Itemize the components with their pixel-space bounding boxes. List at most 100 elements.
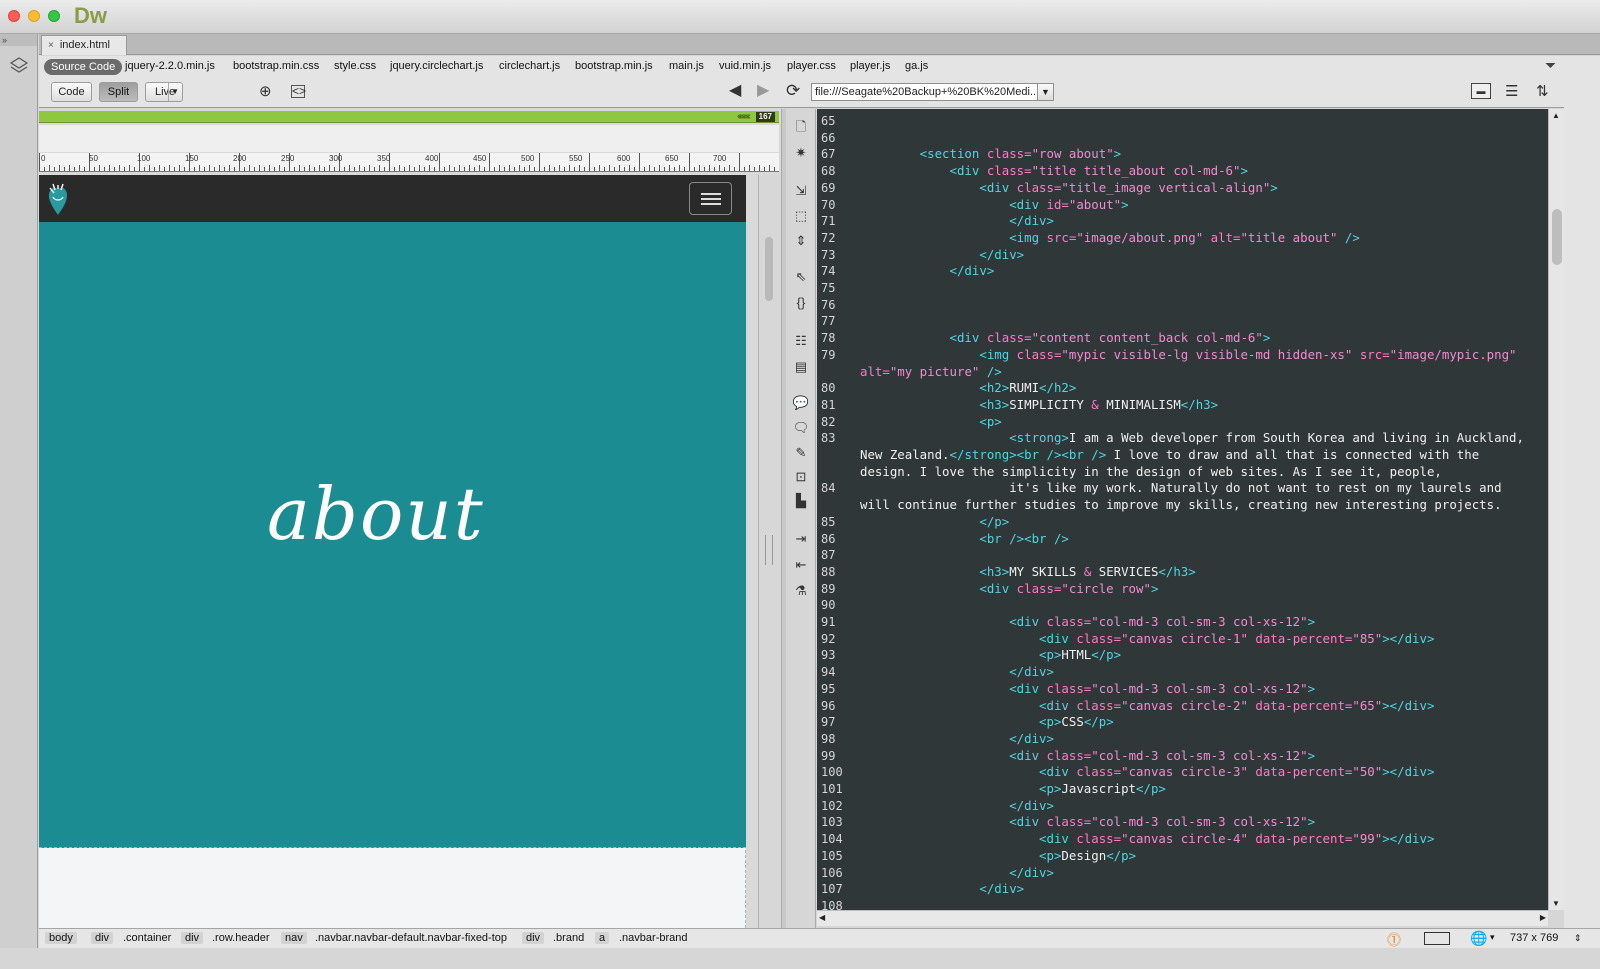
tag-selector-class[interactable]: .row.header bbox=[212, 932, 269, 944]
code-line[interactable]: </div> bbox=[860, 213, 1545, 228]
related-file[interactable]: ga.js bbox=[905, 60, 928, 72]
code-line[interactable]: <div class="canvas circle-4" data-percen… bbox=[860, 831, 1545, 846]
code-line[interactable]: <section class="row about"> bbox=[860, 146, 1545, 161]
recent-snippets-icon[interactable]: ⊡ bbox=[792, 469, 810, 485]
code-view[interactable]: 65 66 67 68 69 70 71 72 73 74 75 76 77 78 79 80 81 82 83 84… bbox=[817, 109, 1548, 910]
code-line[interactable]: <div class="circle row"> bbox=[860, 581, 1545, 596]
code-line[interactable]: <p>CSS</p> bbox=[860, 714, 1545, 729]
show-code-navigator-icon[interactable]: ✷ bbox=[792, 145, 810, 161]
page-canvas[interactable]: about bbox=[39, 175, 746, 928]
back-arrow-icon[interactable]: ◀ bbox=[729, 81, 741, 101]
code-line[interactable]: <img src="image/about.png" alt="title ab… bbox=[860, 230, 1545, 245]
inspect-icon[interactable]: ⊕ bbox=[259, 82, 272, 102]
address-dropdown-icon[interactable]: ▼ bbox=[1037, 83, 1054, 101]
layout-icon[interactable]: ▬ bbox=[1471, 83, 1491, 99]
code-line[interactable]: <br /><br /> bbox=[860, 531, 1545, 546]
code-line[interactable]: </div> bbox=[860, 798, 1545, 813]
tag-selector-tag[interactable]: a bbox=[595, 932, 610, 944]
close-window-button[interactable] bbox=[8, 10, 20, 22]
navbar-toggle-button[interactable] bbox=[689, 182, 732, 215]
tag-selector-tag[interactable]: div bbox=[91, 932, 114, 944]
about-section[interactable]: about bbox=[39, 222, 746, 848]
scroll-down-icon[interactable]: ▼ bbox=[1552, 899, 1560, 908]
source-code-button[interactable]: Source Code bbox=[44, 59, 123, 75]
code-line[interactable]: <div class="col-md-3 col-sm-3 col-xs-12"… bbox=[860, 748, 1545, 763]
related-file[interactable]: bootstrap.min.js bbox=[575, 60, 653, 72]
related-file[interactable]: bootstrap.min.css bbox=[233, 60, 319, 72]
file-management-icon[interactable]: ☰ bbox=[1505, 82, 1518, 102]
code-line[interactable]: <div id="about"> bbox=[860, 197, 1545, 212]
code-line[interactable]: <p>Design</p> bbox=[860, 848, 1545, 863]
code-line[interactable]: </div> bbox=[860, 865, 1545, 880]
related-file[interactable]: main.js bbox=[669, 60, 704, 72]
code-line[interactable]: <strong>I am a Web developer from South … bbox=[860, 430, 1545, 445]
scroll-up-icon[interactable]: ▲ bbox=[1552, 111, 1560, 120]
close-tab-icon[interactable]: × bbox=[48, 40, 54, 51]
code-line[interactable]: New Zealand.</strong><br /><br /> I love… bbox=[860, 447, 1545, 462]
code-line[interactable]: will continue further studies to improve… bbox=[860, 497, 1545, 512]
tag-selector-tag[interactable]: div bbox=[522, 932, 545, 944]
tag-selector-class[interactable]: .brand bbox=[553, 932, 584, 944]
outdent-code-icon[interactable]: ⇤ bbox=[792, 557, 810, 573]
sort-icon[interactable]: ⇅ bbox=[1536, 82, 1549, 102]
zoom-window-button[interactable] bbox=[48, 10, 60, 22]
code-line[interactable]: </div> bbox=[860, 247, 1545, 262]
scroll-left-icon[interactable]: ◀ bbox=[819, 913, 825, 922]
code-line[interactable]: <div class="col-md-3 col-sm-3 col-xs-12"… bbox=[860, 614, 1545, 629]
collapse-selection-icon[interactable]: ⬚ bbox=[792, 208, 810, 224]
code-line[interactable]: </div> bbox=[860, 664, 1545, 679]
wrap-tag-icon[interactable]: ✎ bbox=[792, 445, 810, 461]
forward-arrow-icon[interactable]: ▶ bbox=[757, 81, 769, 101]
code-line[interactable]: it's like my work. Naturally do not want… bbox=[860, 480, 1545, 495]
related-file[interactable]: player.css bbox=[787, 60, 836, 72]
code-line[interactable]: <h3>MY SKILLS & SERVICES</h3> bbox=[860, 564, 1545, 579]
expand-panels-icon[interactable]: » bbox=[0, 34, 37, 46]
split-divider[interactable] bbox=[781, 109, 786, 928]
window-size-dropdown-icon[interactable]: ⇕ bbox=[1574, 933, 1582, 944]
live-view-button[interactable]: Live ▼ bbox=[145, 82, 183, 102]
code-line[interactable]: </p> bbox=[860, 514, 1545, 529]
warning-icon[interactable]: ⓵ bbox=[1387, 930, 1401, 950]
code-line[interactable]: design. I love the simplicity in the des… bbox=[860, 464, 1545, 479]
code-scroll-thumb[interactable] bbox=[1552, 209, 1562, 265]
code-line[interactable]: <div class="title_image vertical-align"> bbox=[860, 180, 1545, 195]
horizontal-ruler[interactable]: 0 50 100 150 200 250 300 350 400 450 500 550 600 650 7… bbox=[39, 153, 779, 172]
balance-braces-icon[interactable]: {} bbox=[792, 295, 810, 311]
code-navigator-icon[interactable]: <> bbox=[291, 85, 306, 98]
related-file[interactable]: jquery.circlechart.js bbox=[390, 60, 483, 72]
select-parent-tag-icon[interactable]: ⇖ bbox=[792, 269, 810, 285]
tag-selector-class[interactable]: .navbar.navbar-default.navbar-fixed-top bbox=[315, 932, 507, 944]
resize-grip-icon[interactable] bbox=[765, 535, 773, 565]
code-line[interactable]: <div class="title title_about col-md-6"> bbox=[860, 163, 1545, 178]
indent-code-icon[interactable]: ⇥ bbox=[792, 531, 810, 547]
code-line[interactable]: <h2>RUMI</h2> bbox=[860, 380, 1545, 395]
code-line[interactable]: <img class="mypic visible-lg visible-md … bbox=[860, 347, 1545, 362]
tag-selector-class[interactable]: .container bbox=[123, 932, 171, 944]
code-line[interactable]: alt="my picture" /> bbox=[860, 364, 1545, 379]
filter-icon[interactable]: ⏷ bbox=[1545, 57, 1556, 74]
code-line[interactable]: </div> bbox=[860, 263, 1545, 278]
code-horizontal-scrollbar[interactable]: ◀ ▶ bbox=[817, 910, 1548, 926]
scroll-right-icon[interactable]: ▶ bbox=[1540, 913, 1546, 922]
code-line[interactable]: </div> bbox=[860, 881, 1545, 896]
document-tab[interactable]: × index.html bbox=[41, 35, 127, 55]
code-line[interactable]: <p>Javascript</p> bbox=[860, 781, 1545, 796]
related-file[interactable]: circlechart.js bbox=[499, 60, 560, 72]
design-scrollbar[interactable] bbox=[758, 175, 780, 928]
expand-all-icon[interactable]: ⇕ bbox=[792, 233, 810, 249]
browser-dropdown-icon[interactable]: ▾ bbox=[1490, 932, 1495, 943]
remove-comment-icon[interactable]: 🗨 bbox=[792, 420, 810, 436]
code-vertical-scrollbar[interactable]: ▲ ▼ bbox=[1548, 109, 1564, 910]
highlight-invalid-icon[interactable]: ▤ bbox=[792, 359, 810, 375]
navbar[interactable] bbox=[39, 175, 746, 222]
code-line[interactable]: <p> bbox=[860, 414, 1545, 429]
code-line[interactable]: <div class="content content_back col-md-… bbox=[860, 330, 1545, 345]
collapse-full-tag-icon[interactable]: ⇲ bbox=[792, 183, 810, 199]
design-scroll-thumb[interactable] bbox=[765, 237, 773, 301]
code-line[interactable]: <div class="canvas circle-1" data-percen… bbox=[860, 631, 1545, 646]
media-query-bar[interactable]: ‹‹‹‹‹‹‹‹‹ 167 bbox=[39, 111, 779, 123]
code-view-button[interactable]: Code bbox=[51, 82, 92, 102]
line-numbers-icon[interactable]: ☷ bbox=[792, 333, 810, 349]
format-source-icon[interactable]: ⚗ bbox=[792, 583, 810, 599]
split-view-button[interactable]: Split bbox=[99, 82, 138, 102]
